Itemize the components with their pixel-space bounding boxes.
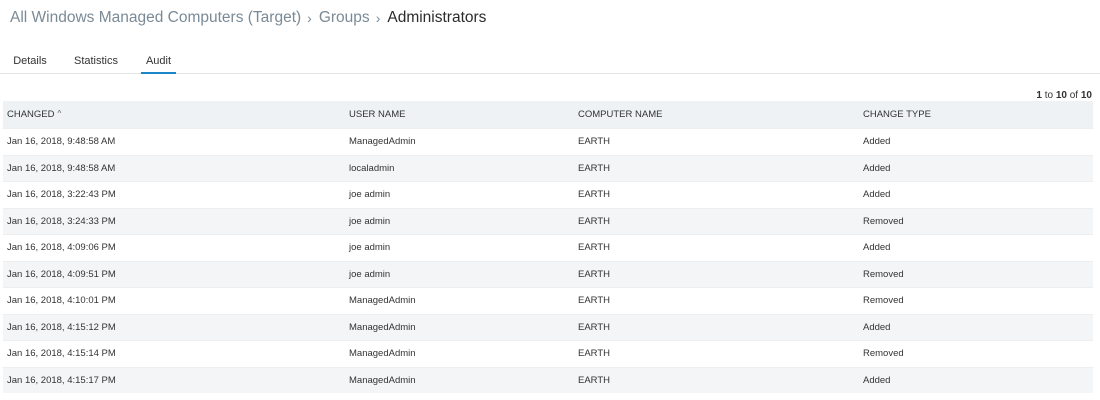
cell-user-name: ManagedAdmin — [349, 321, 416, 333]
cell-changed: Jan 16, 2018, 4:15:12 PM — [7, 321, 116, 333]
cell-change-type: Removed — [863, 215, 904, 227]
column-header-user-name[interactable]: USER NAME — [349, 101, 405, 128]
sort-ascending-icon[interactable]: ^ — [58, 109, 62, 118]
cell-change-type: Removed — [863, 348, 904, 360]
pagination-summary: 1 to 10 of 10 — [1036, 90, 1092, 101]
cell-computer-name: EARTH — [578, 295, 611, 307]
cell-changed: Jan 16, 2018, 4:09:51 PM — [7, 268, 116, 280]
cell-user-name: localadmin — [349, 162, 395, 174]
table-row[interactable]: Jan 16, 2018, 4:10:01 PM ManagedAdmin EA… — [3, 287, 1093, 314]
cell-change-type: Added — [863, 189, 891, 201]
table-row[interactable]: Jan 16, 2018, 9:48:58 AM localadmin EART… — [3, 154, 1093, 181]
cell-changed: Jan 16, 2018, 4:10:01 PM — [7, 295, 116, 307]
cell-change-type: Added — [863, 136, 891, 148]
column-header-changed[interactable]: CHANGED ^ — [7, 101, 61, 128]
cell-user-name: ManagedAdmin — [349, 295, 416, 307]
cell-changed: Jan 16, 2018, 3:24:33 PM — [7, 215, 116, 227]
breadcrumb: All Windows Managed Computers (Target) ›… — [10, 8, 486, 28]
audit-table: CHANGED ^ USER NAME COMPUTER NAME CHANGE… — [3, 101, 1093, 393]
table-row[interactable]: Jan 16, 2018, 4:15:14 PM ManagedAdmin EA… — [3, 340, 1093, 367]
cell-user-name: joe admin — [349, 215, 391, 227]
pager-to: 10 — [1055, 90, 1067, 101]
cell-user-name: joe admin — [349, 189, 391, 201]
cell-computer-name: EARTH — [578, 348, 611, 360]
cell-changed: Jan 16, 2018, 4:09:06 PM — [7, 242, 116, 254]
table-row[interactable]: Jan 16, 2018, 9:48:58 AM ManagedAdmin EA… — [3, 128, 1093, 155]
cell-changed: Jan 16, 2018, 3:22:43 PM — [7, 189, 116, 201]
cell-computer-name: EARTH — [578, 136, 611, 148]
tab-audit[interactable]: Audit — [141, 55, 176, 74]
pager-of-word: of — [1069, 90, 1079, 101]
cell-computer-name: EARTH — [578, 162, 611, 174]
cell-computer-name: EARTH — [578, 268, 611, 280]
cell-change-type: Added — [863, 242, 891, 254]
breadcrumb-link-all-windows-managed-computers[interactable]: All Windows Managed Computers (Target) — [10, 9, 301, 27]
cell-computer-name: EARTH — [578, 374, 611, 386]
cell-change-type: Added — [863, 321, 891, 333]
cell-changed: Jan 16, 2018, 9:48:58 AM — [7, 162, 116, 174]
column-header-computer-name[interactable]: COMPUTER NAME — [578, 101, 662, 128]
cell-computer-name: EARTH — [578, 215, 611, 227]
table-row[interactable]: Jan 16, 2018, 4:15:12 PM ManagedAdmin EA… — [3, 313, 1093, 340]
cell-computer-name: EARTH — [578, 189, 611, 201]
cell-changed: Jan 16, 2018, 9:48:58 AM — [7, 136, 116, 148]
pager-total: 10 — [1080, 90, 1092, 101]
pager-from: 1 — [1036, 90, 1042, 101]
table-row[interactable]: Jan 16, 2018, 4:09:51 PM joe admin EARTH… — [3, 260, 1093, 287]
cell-user-name: ManagedAdmin — [349, 374, 416, 386]
cell-change-type: Removed — [863, 268, 904, 280]
cell-changed: Jan 16, 2018, 4:15:17 PM — [7, 374, 116, 386]
breadcrumb-separator-icon: › — [307, 10, 312, 26]
pager-to-word: to — [1044, 90, 1054, 101]
cell-user-name: joe admin — [349, 268, 391, 280]
page-title: Administrators — [387, 9, 487, 26]
breadcrumb-link-groups[interactable]: Groups — [319, 9, 370, 27]
tab-statistics[interactable]: Statistics — [72, 55, 120, 74]
table-row[interactable]: Jan 16, 2018, 4:15:17 PM ManagedAdmin EA… — [3, 366, 1093, 393]
cell-change-type: Removed — [863, 295, 904, 307]
cell-computer-name: EARTH — [578, 242, 611, 254]
cell-computer-name: EARTH — [578, 321, 611, 333]
table-row[interactable]: Jan 16, 2018, 3:22:43 PM joe admin EARTH… — [3, 181, 1093, 208]
tab-bar: Details Statistics Audit — [0, 52, 1100, 74]
column-header-label: CHANGED — [7, 109, 55, 120]
cell-change-type: Added — [863, 162, 891, 174]
table-row[interactable]: Jan 16, 2018, 4:09:06 PM joe admin EARTH… — [3, 234, 1093, 261]
breadcrumb-separator-icon: › — [375, 10, 381, 26]
table-header-row: CHANGED ^ USER NAME COMPUTER NAME CHANGE… — [3, 101, 1093, 128]
column-header-change-type[interactable]: CHANGE TYPE — [863, 101, 931, 128]
tab-details[interactable]: Details — [10, 55, 50, 74]
cell-user-name: ManagedAdmin — [349, 348, 416, 360]
cell-change-type: Added — [863, 374, 891, 386]
cell-changed: Jan 16, 2018, 4:15:14 PM — [7, 348, 116, 360]
cell-user-name: ManagedAdmin — [349, 136, 416, 148]
table-row[interactable]: Jan 16, 2018, 3:24:33 PM joe admin EARTH… — [3, 207, 1093, 234]
cell-user-name: joe admin — [349, 242, 391, 254]
